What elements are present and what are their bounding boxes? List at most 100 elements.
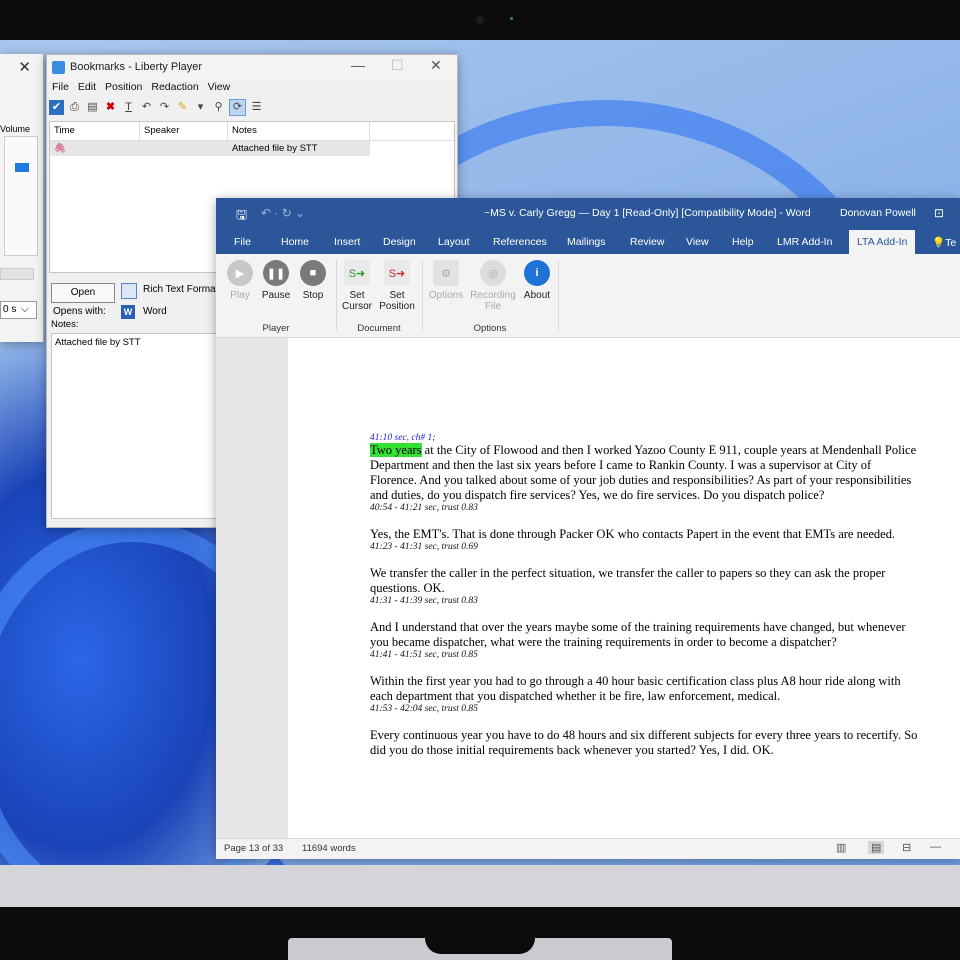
page-count[interactable]: Page 13 of 33 (224, 843, 283, 854)
tab-insert[interactable]: Insert (334, 236, 360, 248)
ribbon-group-document: Document (357, 323, 401, 334)
play-button[interactable]: ▶ Play (226, 260, 254, 301)
volume-label: Volume (0, 124, 31, 134)
play-button-label: Play (230, 290, 250, 301)
volume-slider-thumb[interactable] (15, 163, 29, 172)
opens-with-label: Opens with: (53, 306, 106, 317)
tab-help[interactable]: Help (732, 236, 754, 248)
pause-icon: ❚❚ (263, 260, 289, 286)
column-header-speaker[interactable]: Speaker (140, 122, 228, 140)
interval-combo[interactable]: 0 s ⌵ (0, 301, 37, 319)
options-button-label: Options (428, 290, 464, 301)
volume-slider[interactable] (4, 136, 38, 256)
options-button[interactable]: ⚙ Options (426, 260, 466, 301)
status-bar: Page 13 of 33 11694 words ▥ ▤ ⊟ — (216, 838, 960, 859)
tab-view[interactable]: View (686, 236, 709, 248)
paragraph-text: at the City of Flowood and then I worked… (370, 443, 917, 502)
open-button[interactable]: Open (51, 283, 115, 303)
set-cursor-button[interactable]: S➜ Set Cursor (340, 260, 374, 312)
ribbon-display-icon[interactable]: ⊡ (934, 206, 944, 220)
transcript-paragraph[interactable]: And I understand that over the years may… (370, 620, 920, 650)
close-icon[interactable]: ✕ (430, 57, 442, 74)
transcript-paragraph[interactable]: Two years at the City of Flowood and the… (370, 443, 920, 503)
ribbon-group-player: Player (262, 323, 290, 334)
lta-ribbon: ▶ Play ❚❚ Pause ■ Stop S➜ Set Cursor S➜ … (216, 254, 960, 338)
monitor-bezel-top (0, 0, 960, 40)
tab-references[interactable]: References (493, 236, 547, 248)
highlighter-icon[interactable]: ✎ (175, 100, 190, 115)
tab-home[interactable]: Home (281, 236, 309, 248)
transcript-text: 41:10 sec, ch# 1; Two years at the City … (370, 433, 920, 758)
notes-label: Notes: (51, 319, 79, 330)
info-icon: i (524, 260, 550, 286)
left-player-window: ✕ Volume 0 s ⌵ (0, 54, 44, 342)
tab-design[interactable]: Design (383, 236, 416, 248)
print-layout-icon[interactable]: ▤ (868, 841, 885, 854)
ribbon-group-separator (558, 260, 559, 330)
transcript-paragraph[interactable]: Every continuous year you have to do 48 … (370, 728, 920, 758)
progress-bar[interactable] (0, 268, 34, 280)
tab-lmr-add-in[interactable]: LMR Add-In (777, 236, 832, 248)
timestamp-range: 41:53 - 42:04 sec, trust 0.85 (370, 704, 478, 714)
underline-icon[interactable]: T (121, 100, 136, 115)
liberty-player-app-icon (52, 61, 65, 74)
delete-icon[interactable]: ✖ (103, 100, 118, 115)
document-page[interactable]: 41:10 sec, ch# 1; Two years at the City … (288, 338, 960, 838)
maximize-icon[interactable]: ☐ (391, 57, 404, 74)
tab-mailings[interactable]: Mailings (567, 236, 606, 248)
menu-redaction[interactable]: Redaction (151, 81, 198, 97)
save-icon[interactable]: 🖫 (236, 206, 247, 228)
table-row[interactable]: 🖇 Attached file by STT (50, 141, 370, 156)
redo-icon[interactable]: ↷ (157, 100, 172, 115)
tab-layout[interactable]: Layout (438, 236, 470, 248)
tab-tell-me[interactable]: 💡Te (932, 236, 956, 249)
set-position-icon: S➜ (384, 260, 410, 286)
stop-button-label: Stop (302, 290, 324, 301)
undo-icon[interactable]: ↶ (139, 100, 154, 115)
about-button[interactable]: i About (520, 260, 554, 301)
menu-position[interactable]: Position (105, 81, 142, 97)
tab-file[interactable]: File (234, 236, 251, 248)
column-header-time[interactable]: Time (50, 122, 140, 140)
search-icon[interactable]: ⚲ (211, 100, 226, 115)
webcam-led-icon (510, 17, 513, 20)
minimize-icon[interactable]: — (351, 57, 365, 73)
row-speaker (140, 141, 228, 156)
play-icon: ▶ (227, 260, 253, 286)
print-icon[interactable]: ⎙ (67, 100, 82, 115)
transcript-paragraph[interactable]: Yes, the EMT's. That is done through Pac… (370, 527, 920, 542)
interval-combo-value: 0 s (3, 304, 17, 315)
tab-review[interactable]: Review (630, 236, 664, 248)
undo-icon[interactable]: ↶ · ↻ ⌄ (261, 206, 305, 220)
document-area: 41:10 sec, ch# 1; Two years at the City … (216, 338, 960, 838)
recording-file-button[interactable]: ◎ Recording File (468, 260, 518, 312)
about-button-label: About (523, 290, 551, 301)
tab-lta-add-in[interactable]: LTA Add-In (849, 230, 916, 254)
timestamp-marker: 41:10 sec, ch# 1; (370, 433, 436, 443)
menu-file[interactable]: File (52, 81, 69, 97)
menu-edit[interactable]: Edit (78, 81, 96, 97)
bookmarks-list-header: Time Speaker Notes (50, 122, 454, 141)
monitor-chin (0, 865, 960, 907)
web-layout-icon[interactable]: ⊟ (902, 841, 911, 854)
pause-button[interactable]: ❚❚ Pause (260, 260, 292, 301)
print-preview-icon[interactable]: ▤ (85, 100, 100, 115)
user-name[interactable]: Donovan Powell (840, 207, 916, 219)
column-header-notes[interactable]: Notes (228, 122, 370, 140)
set-position-button[interactable]: S➜ Set Position (376, 260, 418, 312)
save-icon[interactable]: ✔ (49, 99, 64, 115)
stop-button[interactable]: ■ Stop (299, 260, 327, 301)
zoom-slider[interactable]: — (930, 841, 941, 853)
word-count[interactable]: 11694 words (302, 843, 356, 854)
file-format-label: Rich Text Format (143, 284, 219, 295)
dropdown-icon[interactable]: ▾ (193, 100, 208, 115)
menu-icon[interactable]: ☰ (249, 100, 264, 115)
attachment-icon: 🖇 (54, 143, 67, 154)
bookmarks-titlebar: Bookmarks - Liberty Player — ☐ ✕ (47, 55, 457, 81)
read-mode-icon[interactable]: ▥ (836, 841, 846, 854)
transcript-paragraph[interactable]: Within the first year you had to go thro… (370, 674, 920, 704)
sync-icon[interactable]: ⟳ (229, 98, 246, 116)
close-icon[interactable]: ✕ (18, 58, 31, 76)
transcript-paragraph[interactable]: We transfer the caller in the perfect si… (370, 566, 920, 596)
menu-view[interactable]: View (208, 81, 231, 97)
